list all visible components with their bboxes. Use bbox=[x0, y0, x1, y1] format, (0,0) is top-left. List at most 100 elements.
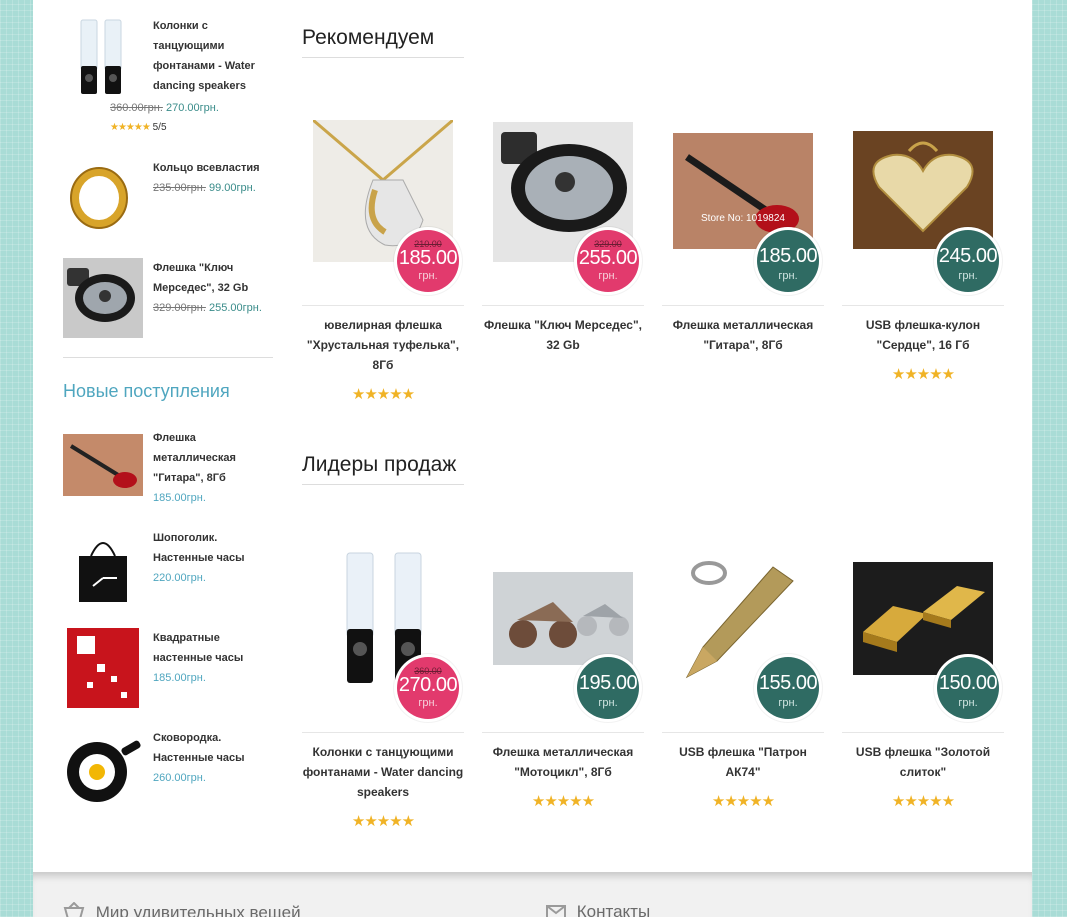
product-name[interactable]: Флешка "Ключ Мерседес", 32 Gb bbox=[482, 315, 644, 355]
sidebar-item-price: 185.00грн. bbox=[153, 492, 206, 504]
sidebar-special-item[interactable]: Кольцо всевластия 235.00грн. 99.00грн. bbox=[63, 158, 278, 248]
card-divider bbox=[302, 305, 464, 306]
old-price: 360.00грн. bbox=[110, 102, 163, 114]
card-divider bbox=[302, 732, 464, 733]
sidebar-special-item[interactable]: Колонки с танцующими фонтанами - Water d… bbox=[63, 16, 278, 133]
product-name[interactable]: Колонки с танцующими фонтанами - Water d… bbox=[302, 742, 464, 802]
shopaholic-clock-thumbnail[interactable] bbox=[63, 528, 143, 608]
price-badge[interactable]: 150.00 грн. bbox=[937, 657, 999, 719]
new-arrivals-heading: Новые поступления bbox=[63, 381, 230, 401]
sidebar-rating: ★★★★★ 5/5 bbox=[110, 121, 167, 135]
title-underline bbox=[302, 484, 464, 485]
rating-value: 5/5 bbox=[152, 122, 167, 133]
product-card[interactable]: 195.00 грн. Флешка металлическая "Мотоци… bbox=[482, 547, 644, 810]
new-arrival-item[interactable]: Квадратные настенные часы 185.00грн. bbox=[63, 628, 278, 718]
bestsellers-title: Лидеры продаж bbox=[302, 453, 457, 476]
card-divider bbox=[662, 305, 824, 306]
currency: грн. bbox=[778, 270, 798, 282]
frying-pan-clock-thumbnail[interactable] bbox=[63, 728, 143, 808]
price-badge[interactable]: 360.00 270.00 грн. bbox=[397, 657, 459, 719]
currency: грн. bbox=[598, 697, 618, 709]
old-price: 329.00грн. bbox=[153, 302, 206, 314]
new-price: 270.00грн. bbox=[165, 102, 219, 114]
price-badge[interactable]: 245.00 грн. bbox=[937, 230, 999, 292]
page: Колонки с танцующими фонтанами - Water d… bbox=[33, 0, 1032, 917]
product-card[interactable]: 210.00 185.00 грн. ювелирная флешка "Хру… bbox=[302, 120, 464, 403]
sidebar-item-price: 329.00грн. 255.00грн. bbox=[153, 298, 278, 318]
ring-thumbnail[interactable] bbox=[63, 158, 143, 238]
card-divider bbox=[662, 732, 824, 733]
price: 195.00 bbox=[578, 672, 638, 694]
price: 150.00 bbox=[938, 672, 998, 694]
footer-contacts-label: Контакты bbox=[576, 902, 651, 917]
new-arrival-item[interactable]: Флешка металлическая "Гитара", 8Гб 185.0… bbox=[63, 428, 278, 518]
currency: грн. bbox=[598, 270, 618, 282]
card-divider bbox=[482, 732, 644, 733]
sidebar-item-title[interactable]: Колонки с танцующими фонтанами - Water d… bbox=[153, 16, 278, 96]
price-badge[interactable]: 185.00 грн. bbox=[757, 230, 819, 292]
product-name[interactable]: Флешка металлическая "Мотоцикл", 8Гб bbox=[482, 742, 644, 782]
footer-about[interactable]: Мир удивительных вещей bbox=[63, 902, 301, 917]
sidebar-item-title[interactable]: Флешка "Ключ Мерседес", 32 Gb bbox=[153, 258, 278, 298]
product-name[interactable]: Флешка металлическая "Гитара", 8Гб bbox=[662, 315, 824, 355]
price-badge[interactable]: 195.00 грн. bbox=[577, 657, 639, 719]
product-name[interactable]: USB флешка "Патрон АК74" bbox=[662, 742, 824, 782]
new-price: 255.00грн. bbox=[208, 302, 262, 314]
price: 245.00 bbox=[938, 245, 998, 267]
sidebar-divider bbox=[63, 357, 273, 358]
card-divider bbox=[842, 305, 1004, 306]
price: 270.00 bbox=[398, 674, 458, 696]
price: 255.00 bbox=[578, 247, 638, 269]
card-divider bbox=[482, 305, 644, 306]
sidebar-item-price: 360.00грн. 270.00грн. bbox=[110, 98, 280, 118]
currency: грн. bbox=[958, 270, 978, 282]
product-card[interactable]: 245.00 грн. USB флешка-кулон "Сердце", 1… bbox=[842, 120, 1004, 383]
product-card[interactable]: 360.00 270.00 грн. Колонки с танцующими … bbox=[302, 547, 464, 830]
card-divider bbox=[842, 732, 1004, 733]
title-underline bbox=[302, 57, 464, 58]
sidebar-item-title[interactable]: Флешка металлическая "Гитара", 8Гб bbox=[153, 428, 278, 488]
currency: грн. bbox=[418, 270, 438, 282]
sidebar-item-price: 260.00грн. bbox=[153, 772, 206, 784]
new-arrival-item[interactable]: Сковородка. Настенные часы 260.00грн. bbox=[63, 728, 278, 818]
square-clock-thumbnail[interactable] bbox=[63, 628, 143, 708]
guitar-thumbnail[interactable] bbox=[63, 428, 143, 508]
speakers-thumbnail[interactable] bbox=[63, 16, 143, 96]
envelope-icon bbox=[546, 905, 566, 917]
sidebar-item-title[interactable]: Квадратные настенные часы bbox=[153, 628, 278, 668]
rating-stars-icon: ★★★★★ bbox=[351, 386, 415, 403]
product-name[interactable]: USB флешка-кулон "Сердце", 16 Гб bbox=[842, 315, 1004, 355]
price-badge[interactable]: 329.00 255.00 грн. bbox=[577, 230, 639, 292]
recommended-title: Рекомендуем bbox=[302, 26, 435, 49]
price: 185.00 bbox=[398, 247, 458, 269]
currency: грн. bbox=[778, 697, 798, 709]
footer-contacts[interactable]: Контакты bbox=[546, 902, 650, 917]
price: 155.00 bbox=[758, 672, 818, 694]
footer: Мир удивительных вещей Контакты bbox=[33, 872, 1032, 917]
rating-stars-icon: ★★★★★ bbox=[531, 793, 595, 810]
rating-stars-icon: ★★★★★ bbox=[711, 793, 775, 810]
product-name[interactable]: ювелирная флешка "Хрустальная туфелька",… bbox=[302, 315, 464, 375]
new-arrival-item[interactable]: Шопоголик. Настенные часы 220.00грн. bbox=[63, 528, 278, 618]
price-badge[interactable]: 155.00 грн. bbox=[757, 657, 819, 719]
product-card[interactable]: 150.00 грн. USB флешка "Золотой слиток" … bbox=[842, 547, 1004, 810]
old-price: 235.00грн. bbox=[153, 182, 206, 194]
basket-icon bbox=[63, 902, 85, 917]
price-badge[interactable]: 210.00 185.00 грн. bbox=[397, 230, 459, 292]
product-card[interactable]: 329.00 255.00 грн. Флешка "Ключ Мерседес… bbox=[482, 120, 644, 352]
rating-stars-icon: ★★★★★ bbox=[351, 813, 415, 830]
sidebar-item-title[interactable]: Шопоголик. Настенные часы bbox=[153, 528, 278, 568]
new-price: 99.00грн. bbox=[208, 182, 256, 194]
price: 185.00 bbox=[758, 245, 818, 267]
product-card[interactable]: Store No: 1019824 185.00 грн. Флешка мет… bbox=[662, 120, 824, 352]
watermark-text: Store No: 1019824 bbox=[701, 213, 785, 224]
product-card[interactable]: 155.00 грн. USB флешка "Патрон АК74" ★★★… bbox=[662, 547, 824, 810]
motorcycle-image[interactable] bbox=[493, 572, 633, 665]
mercedes-key-thumbnail[interactable] bbox=[63, 258, 143, 338]
sidebar-item-title[interactable]: Кольцо всевластия bbox=[153, 158, 278, 178]
currency: грн. bbox=[418, 697, 438, 709]
sidebar-item-title[interactable]: Сковородка. Настенные часы bbox=[153, 728, 278, 768]
product-name[interactable]: USB флешка "Золотой слиток" bbox=[842, 742, 1004, 782]
rating-stars-icon: ★★★★★ bbox=[110, 122, 151, 133]
sidebar-special-item[interactable]: Флешка "Ключ Мерседес", 32 Gb 329.00грн.… bbox=[63, 258, 278, 348]
